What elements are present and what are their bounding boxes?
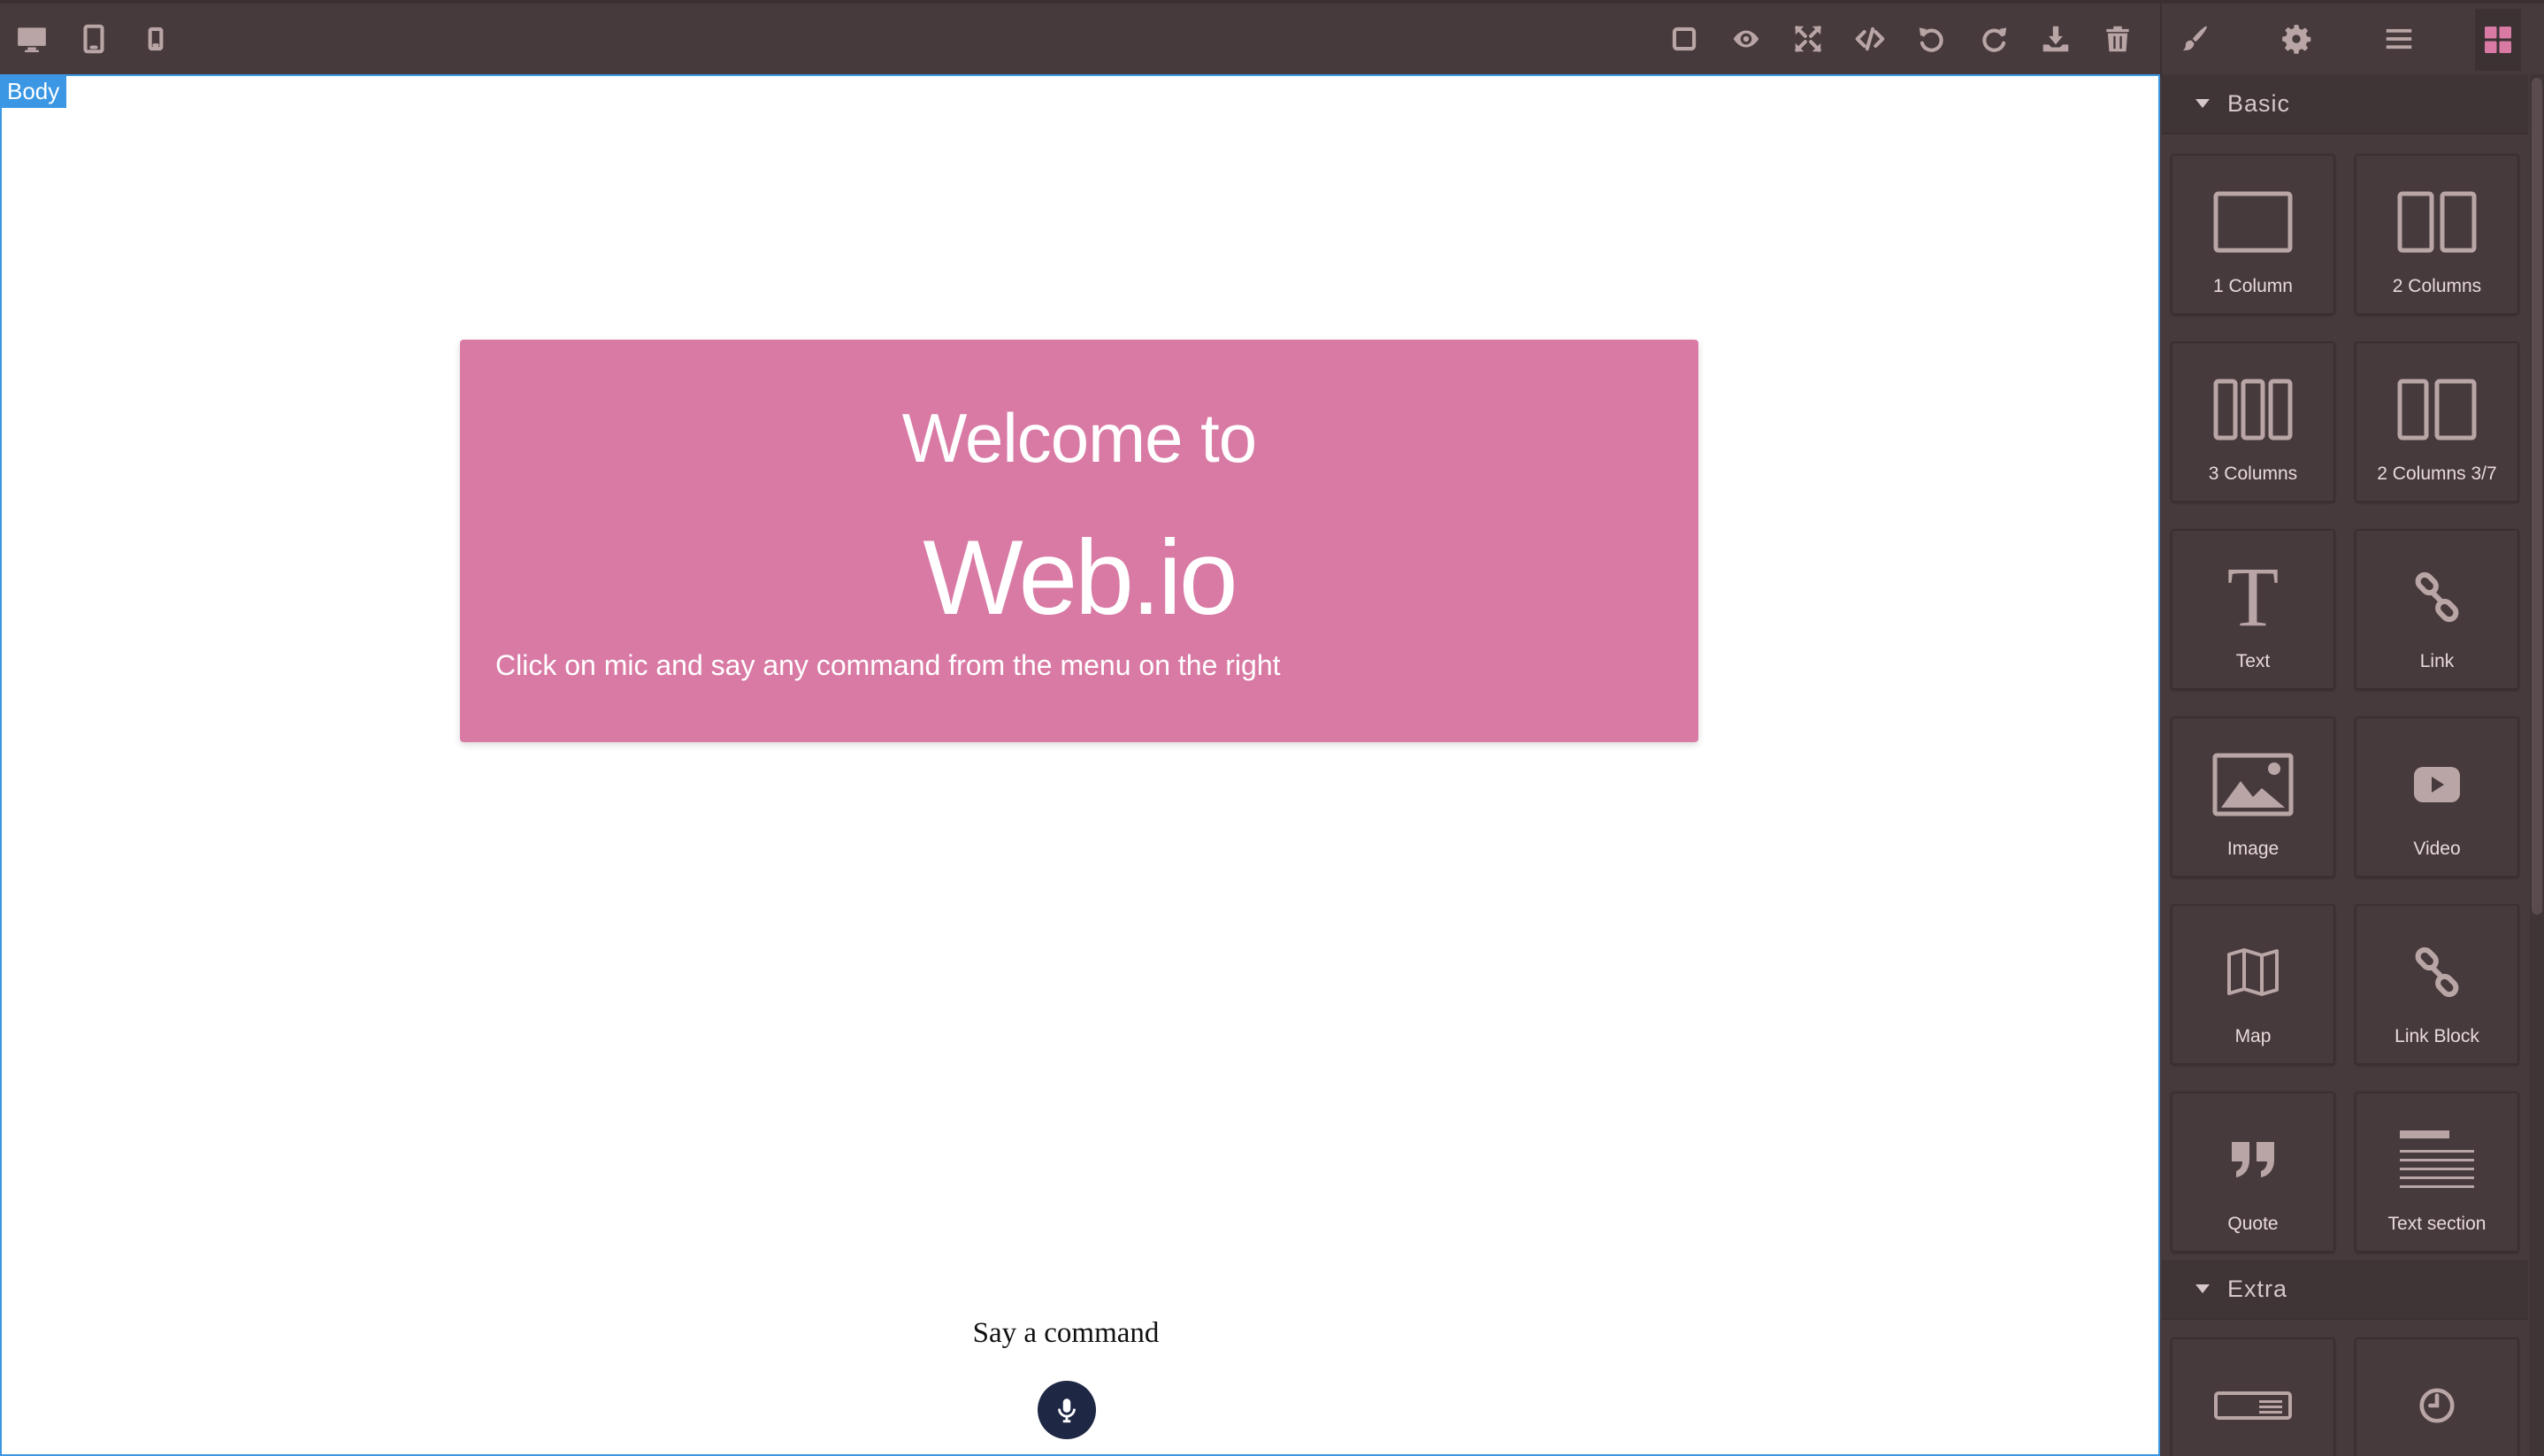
caret-down-icon: [2195, 99, 2210, 108]
block-video[interactable]: Video: [2355, 717, 2519, 877]
block-text[interactable]: T Text: [2171, 529, 2335, 690]
style-manager-icon[interactable]: [2176, 19, 2215, 58]
block-label: 2 Columns 3/7: [2377, 464, 2497, 484]
block-map[interactable]: Map: [2171, 904, 2335, 1065]
hero-section[interactable]: Welcome to Web.io Click on mic and say a…: [460, 340, 1698, 742]
block-2-columns[interactable]: 2 Columns: [2355, 154, 2519, 315]
microphone-button[interactable]: [1038, 1381, 1096, 1439]
settings-icon[interactable]: [2277, 19, 2316, 58]
three-columns-icon: [2213, 379, 2293, 441]
category-extra[interactable]: Extra: [2162, 1260, 2528, 1320]
editor-app: Body Welcome to Web.io Click on mic and …: [0, 0, 2544, 1456]
desktop-icon[interactable]: [12, 19, 51, 58]
block-label: Text section: [2387, 1214, 2487, 1234]
preview-icon[interactable]: [1727, 19, 1766, 58]
import-icon[interactable]: [2036, 19, 2075, 58]
hero-title-line1[interactable]: Welcome to: [460, 398, 1698, 479]
hero-title-line2[interactable]: Web.io: [460, 517, 1698, 639]
block-countdown[interactable]: [2355, 1337, 2519, 1456]
block-1-column[interactable]: 1 Column: [2171, 154, 2335, 315]
block-link[interactable]: Link: [2355, 529, 2519, 690]
fullscreen-icon[interactable]: [1789, 19, 1828, 58]
microphone-icon: [1058, 1399, 1076, 1423]
block-label: Link: [2419, 651, 2455, 671]
svg-text:T: T: [2227, 549, 2280, 644]
block-label: Image: [2226, 839, 2280, 859]
category-title: Extra: [2227, 1275, 2288, 1302]
panel-scrollbar[interactable]: [2530, 74, 2544, 1456]
command-label: Say a command: [972, 1317, 1160, 1349]
trash-icon[interactable]: [2098, 19, 2137, 58]
block-label: Video: [2413, 839, 2461, 859]
tablet-icon[interactable]: [74, 19, 113, 58]
map-icon: [2227, 948, 2279, 996]
top-toolbar: [0, 0, 2544, 78]
block-link-block[interactable]: Link Block: [2355, 904, 2519, 1065]
block-label: 1 Column: [2213, 276, 2293, 296]
sw-visibility-icon[interactable]: [1665, 19, 1704, 58]
block-2-columns-37[interactable]: 2 Columns 3/7: [2355, 341, 2519, 502]
two-columns-37-icon: [2397, 379, 2477, 441]
image-icon: [2212, 753, 2294, 816]
quote-icon: [2232, 1142, 2274, 1177]
undo-icon[interactable]: [1912, 19, 1951, 58]
editor-canvas[interactable]: Body Welcome to Web.io Click on mic and …: [0, 74, 2160, 1456]
form-input-icon: [2214, 1391, 2292, 1420]
countdown-icon: [2419, 1388, 2455, 1423]
block-quote[interactable]: Quote: [2171, 1092, 2335, 1253]
one-column-icon: [2213, 191, 2293, 253]
link-icon: [2415, 571, 2459, 623]
redo-icon[interactable]: [1974, 19, 2013, 58]
two-columns-icon: [2397, 191, 2477, 253]
category-title: Basic: [2227, 89, 2291, 117]
text-icon: T: [2227, 549, 2280, 644]
blocks-panel[interactable]: Basic 1 Column 2 Columns 3 Columns 2 Col…: [2162, 74, 2544, 1456]
panel-scrollbar-thumb[interactable]: [2532, 78, 2542, 915]
hero-subtitle[interactable]: Click on mic and say any command from th…: [495, 649, 1281, 682]
text-section-icon: [2400, 1130, 2474, 1188]
block-label: Map: [2234, 1026, 2272, 1046]
block-label: 2 Columns: [2392, 276, 2482, 296]
selected-component-badge: Body: [0, 74, 67, 108]
block-label: 3 Columns: [2208, 464, 2298, 484]
blocks-icon[interactable]: [2475, 9, 2521, 71]
block-label: Quote: [2227, 1214, 2279, 1234]
block-label: Text: [2235, 651, 2271, 671]
block-text-section[interactable]: Text section: [2355, 1092, 2519, 1253]
block-3-columns[interactable]: 3 Columns: [2171, 341, 2335, 502]
code-icon[interactable]: [1851, 19, 1889, 58]
category-basic[interactable]: Basic: [2162, 74, 2528, 134]
link-block-icon: [2415, 946, 2459, 998]
block-image[interactable]: Image: [2171, 717, 2335, 877]
toolbar-separator: [2160, 4, 2162, 78]
layer-manager-icon[interactable]: [2379, 19, 2418, 58]
video-icon: [2414, 767, 2460, 802]
block-label: Link Block: [2395, 1026, 2479, 1046]
mobile-icon[interactable]: [136, 19, 175, 58]
block-form-input[interactable]: [2171, 1337, 2335, 1456]
caret-down-icon: [2195, 1284, 2210, 1293]
